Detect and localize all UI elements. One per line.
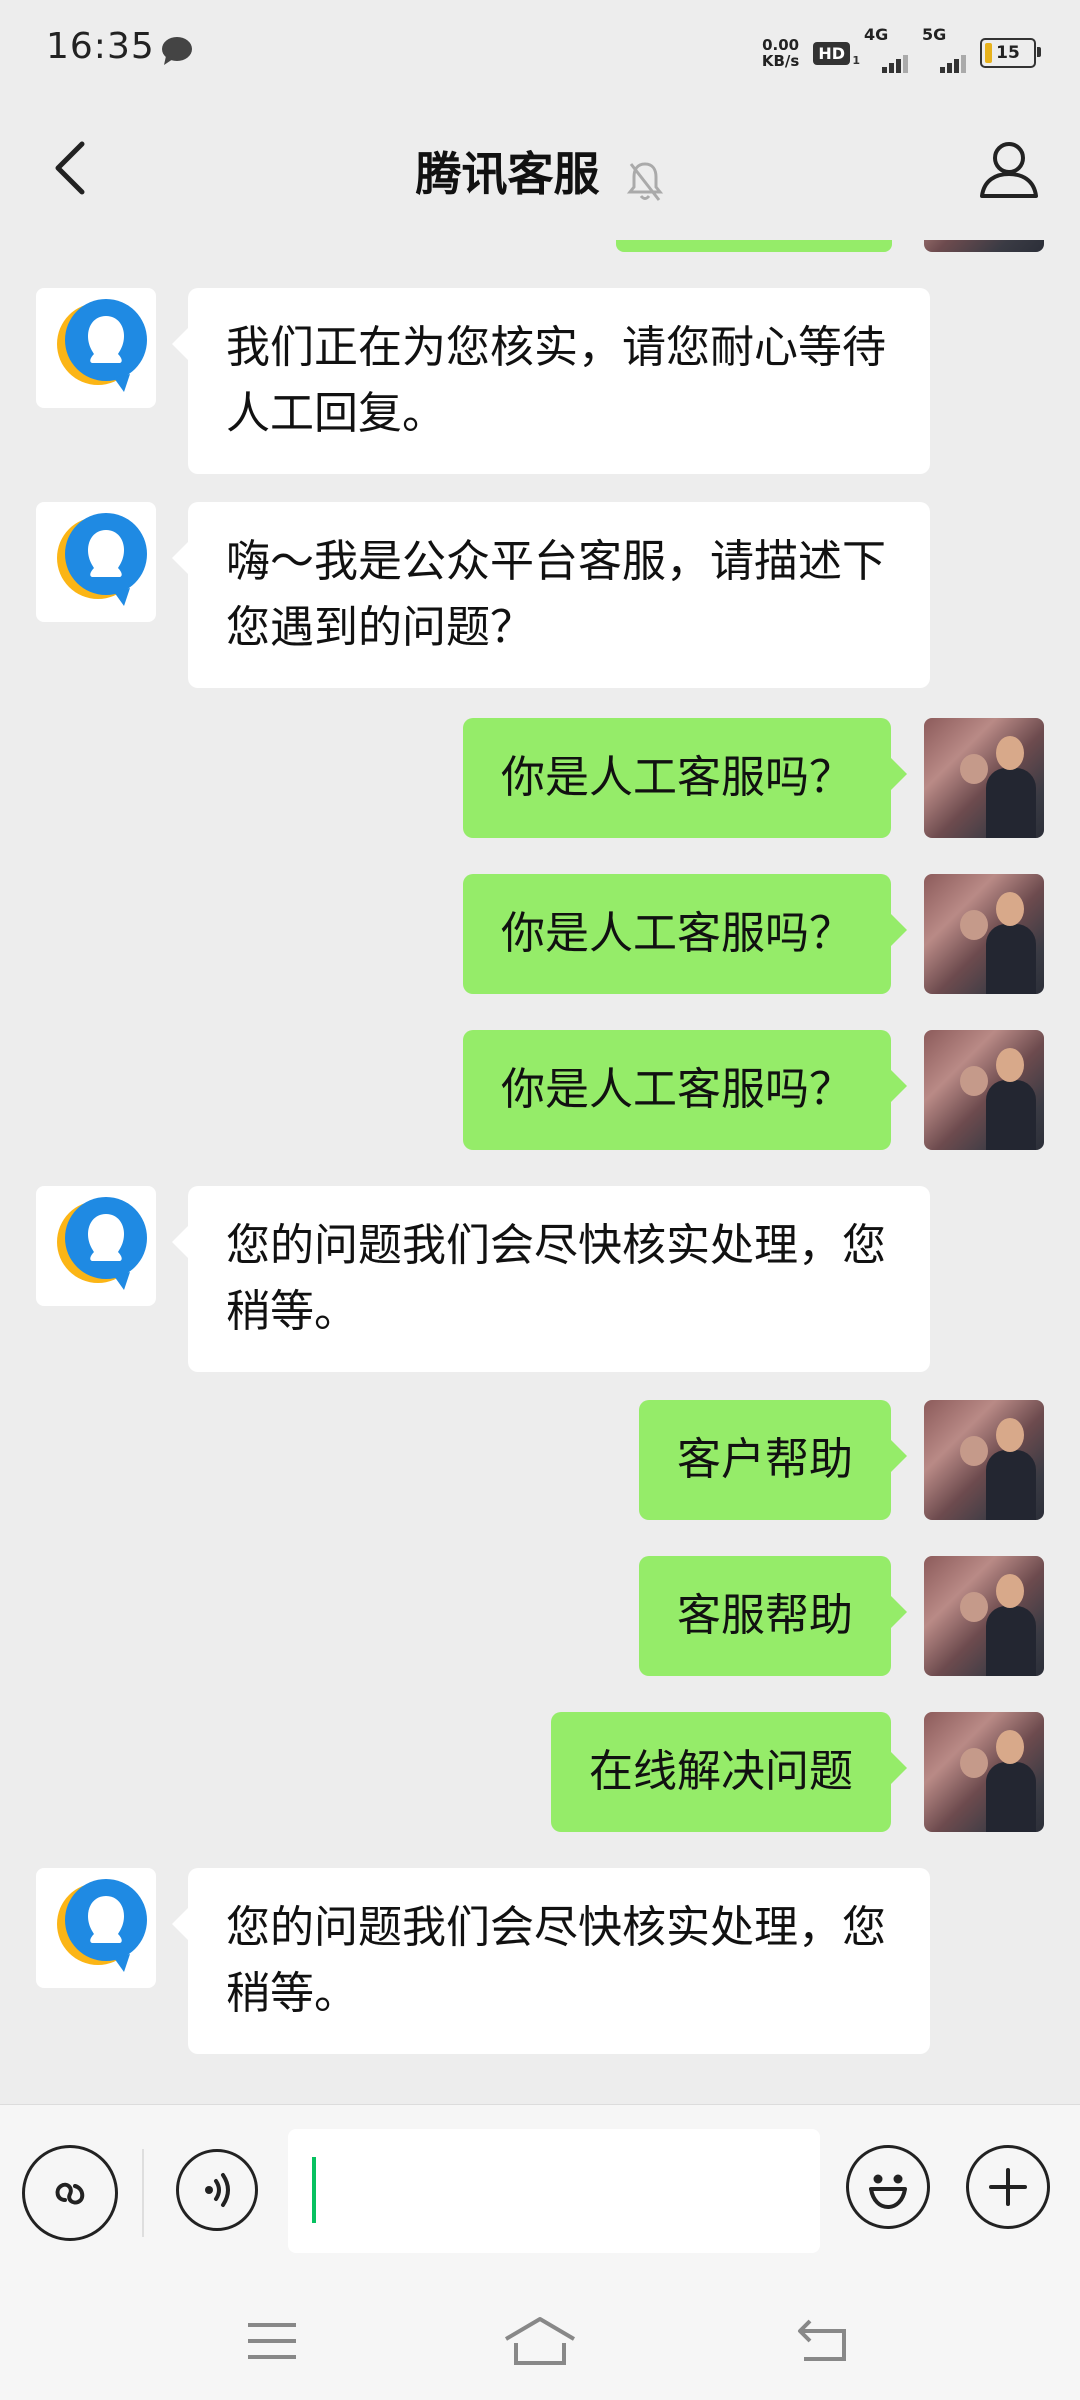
- signal-4g-label: 4G: [864, 25, 889, 44]
- chat-header: 腾讯客服: [0, 100, 1080, 240]
- bell-off-icon: [626, 161, 663, 201]
- net-speed-unit: KB/s: [761, 52, 800, 70]
- signal-4g-icon: 4G: [864, 25, 908, 73]
- user-photo: [924, 1400, 1044, 1520]
- home-icon: [504, 2317, 576, 2365]
- previous-avatar-partial: [924, 240, 1044, 252]
- person-icon: [980, 142, 1038, 198]
- tencent-service-logo-icon: [57, 513, 147, 606]
- user-avatar[interactable]: [924, 874, 1044, 994]
- service-avatar[interactable]: [36, 288, 156, 408]
- chat-notification-icon: [162, 37, 192, 65]
- more-button[interactable]: [966, 2145, 1050, 2229]
- chat-title: 腾讯客服: [415, 147, 600, 201]
- menu-icon: [248, 2323, 296, 2359]
- user-photo: [924, 1030, 1044, 1150]
- message-list[interactable]: 我们正在为您核实，请您耐心等待人工回复。 嗨～我是公众平台客服，请描述下您遇到的…: [0, 240, 1080, 2100]
- message-bubble-received[interactable]: 您的问题我们会尽快核实处理，您稍等。: [172, 1868, 930, 2054]
- user-avatar[interactable]: [924, 1712, 1044, 1832]
- message-bubble-sent[interactable]: 你是人工客服吗？: [463, 874, 907, 994]
- net-speed-value: 0.00: [762, 36, 800, 54]
- user-photo: [924, 1556, 1044, 1676]
- divider: [142, 2149, 144, 2237]
- service-avatar[interactable]: [36, 1186, 156, 1306]
- text-cursor: [312, 2157, 316, 2223]
- hd-label: HD: [818, 43, 845, 63]
- hd-icon: HD 1: [813, 41, 860, 67]
- system-navigation-bar: [0, 2276, 1080, 2400]
- smile-icon: [869, 2174, 907, 2209]
- status-time: 16:35: [46, 26, 155, 67]
- tencent-service-logo-icon: [57, 299, 147, 392]
- battery-icon: 15: [980, 38, 1041, 68]
- message-bubble-received[interactable]: 您的问题我们会尽快核实处理，您稍等。: [172, 1186, 930, 1372]
- signal-5g-icon: 5G: [922, 25, 966, 73]
- message-bubble-received[interactable]: 我们正在为您核实，请您耐心等待人工回复。: [172, 288, 930, 474]
- status-bar: 16:35 0.00 KB/s HD 1 4G 5G 15: [0, 0, 1080, 100]
- net-speed: 0.00 KB/s: [762, 37, 799, 69]
- back-nav-button[interactable]: [782, 2306, 862, 2376]
- message-bubble-sent[interactable]: 你是人工客服吗？: [463, 1030, 907, 1150]
- chat-info-button[interactable]: [964, 124, 1054, 214]
- signal-5g-label: 5G: [922, 25, 947, 44]
- voice-input-button[interactable]: [176, 2149, 258, 2231]
- plus-icon: [989, 2168, 1027, 2206]
- previous-sent-bubble-partial: [616, 240, 892, 252]
- user-avatar[interactable]: [924, 1030, 1044, 1150]
- mini-program-button[interactable]: [22, 2145, 118, 2241]
- user-avatar[interactable]: [924, 1556, 1044, 1676]
- message-bubble-sent[interactable]: 客户帮助: [639, 1400, 907, 1520]
- tencent-service-logo-icon: [57, 1197, 147, 1290]
- input-bar: [0, 2104, 1080, 2277]
- message-bubble-sent[interactable]: 客服帮助: [639, 1556, 907, 1676]
- service-avatar[interactable]: [36, 1868, 156, 1988]
- menu-nav-button[interactable]: [232, 2306, 312, 2376]
- emoji-button[interactable]: [846, 2145, 930, 2229]
- message-bubble-received[interactable]: 嗨～我是公众平台客服，请描述下您遇到的问题？: [172, 502, 930, 688]
- voice-icon: [205, 2173, 230, 2207]
- tencent-service-logo-icon: [57, 1879, 147, 1972]
- battery-level: 15: [996, 43, 1020, 63]
- service-avatar[interactable]: [36, 502, 156, 622]
- hd-sub: 1: [852, 53, 860, 67]
- user-photo: [924, 874, 1044, 994]
- home-nav-button[interactable]: [500, 2306, 580, 2376]
- message-bubble-sent[interactable]: 在线解决问题: [551, 1712, 907, 1832]
- user-photo: [924, 718, 1044, 838]
- message-input[interactable]: [288, 2129, 820, 2253]
- return-icon: [798, 2319, 846, 2361]
- title-area: 腾讯客服: [0, 138, 1080, 204]
- user-avatar[interactable]: [924, 1400, 1044, 1520]
- status-indicators: 0.00 KB/s HD 1 4G 5G 15: [762, 25, 1041, 78]
- message-bubble-sent[interactable]: 你是人工客服吗？: [463, 718, 907, 838]
- user-avatar[interactable]: [924, 718, 1044, 838]
- user-photo: [924, 1712, 1044, 1832]
- link-icon: [55, 2182, 85, 2205]
